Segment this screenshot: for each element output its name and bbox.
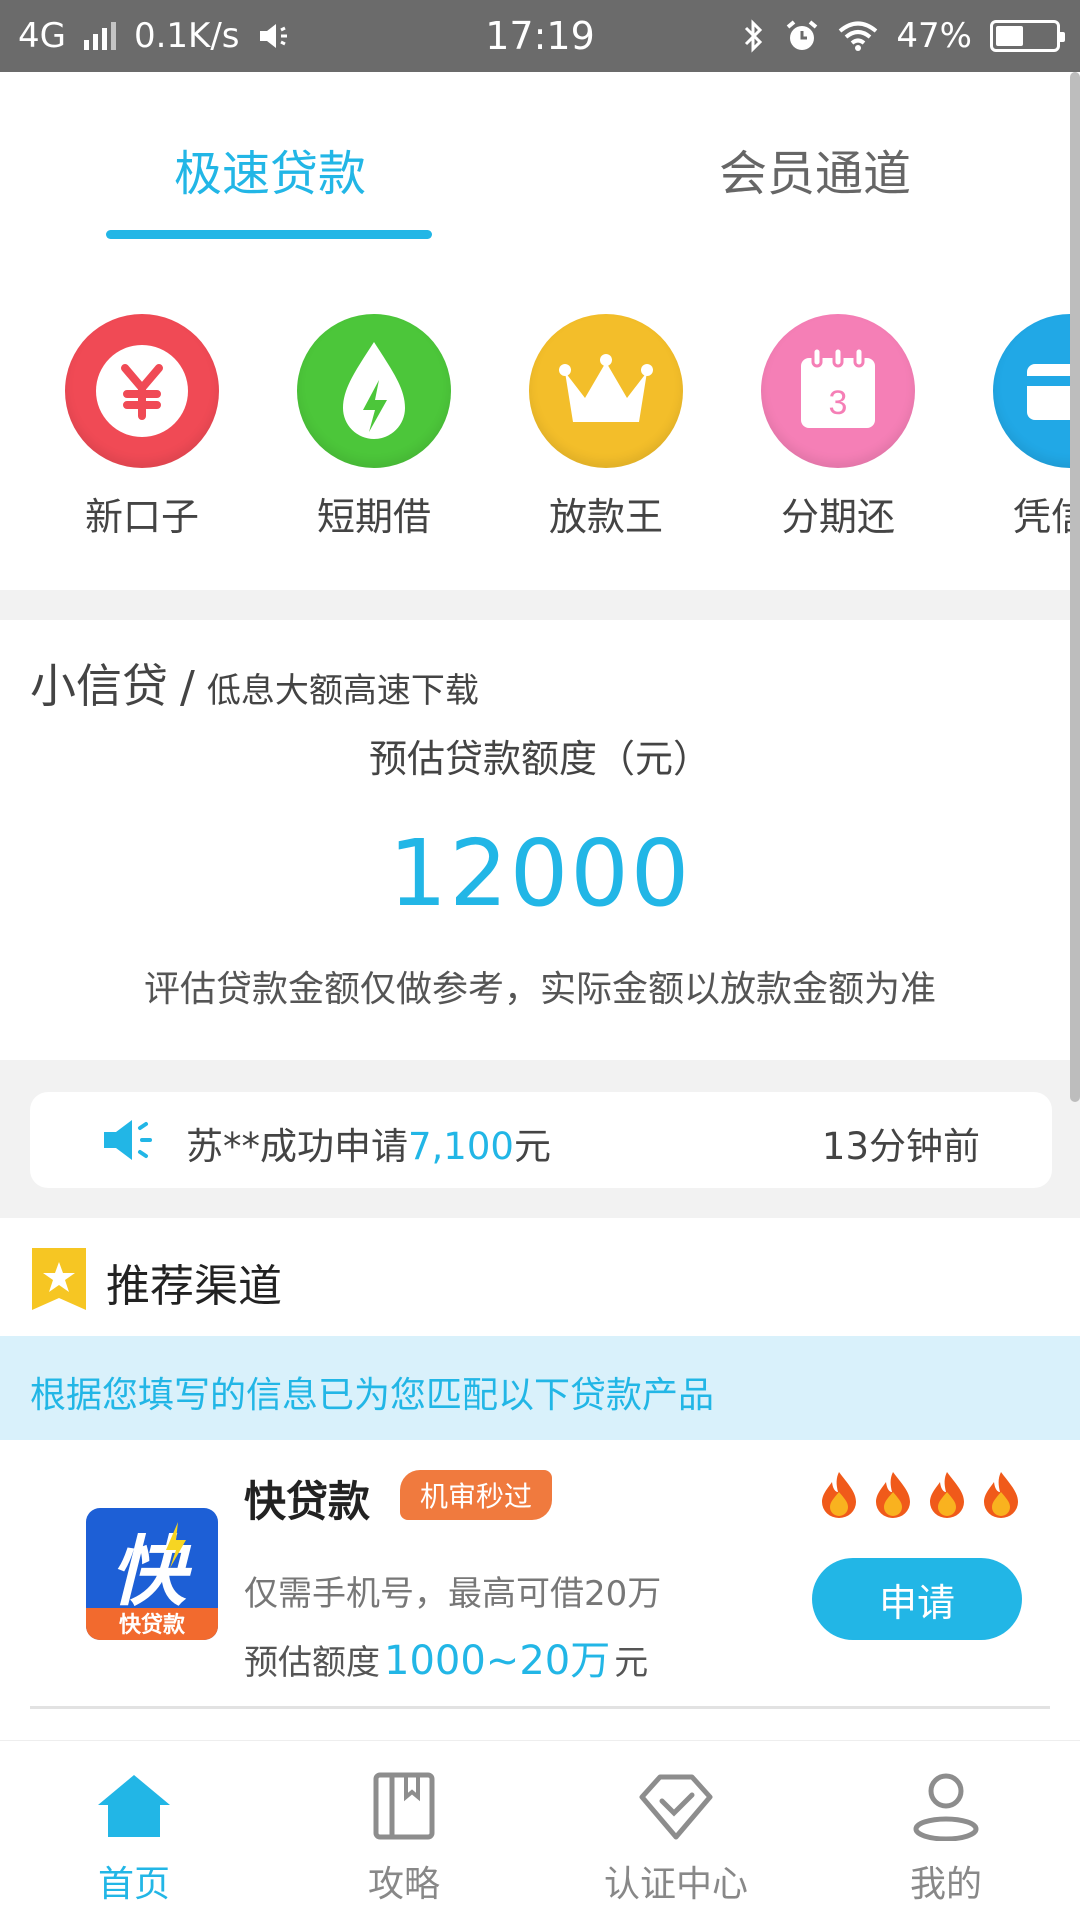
range-prefix: 预估额度 bbox=[244, 1643, 380, 1683]
nav-guide[interactable]: 攻略 bbox=[304, 1771, 504, 1907]
notice-suffix: 元 bbox=[513, 1125, 551, 1168]
notice-prefix: 苏**成功申请 bbox=[186, 1125, 408, 1168]
notice-bar[interactable]: 苏**成功申请7,100元 13分钟前 bbox=[30, 1092, 1052, 1188]
bluetooth-icon bbox=[745, 19, 763, 53]
range-value: 1000~20万 bbox=[384, 1638, 611, 1684]
estimate-title-line: 小信贷 / 低息大额高速下载 bbox=[30, 650, 479, 716]
recommend-header: 推荐渠道 bbox=[0, 1218, 1080, 1336]
product-name: 快贷款 bbox=[244, 1477, 371, 1526]
product-range-line: 预估额度 1000~20万 元 bbox=[244, 1628, 648, 1686]
flame-icon bbox=[876, 1472, 910, 1518]
scrollbar[interactable] bbox=[1070, 72, 1080, 1102]
estimate-slash: / bbox=[180, 662, 195, 713]
estimate-brand: 小信贷 bbox=[30, 659, 168, 713]
category-short-term[interactable]: 短期借 bbox=[294, 314, 454, 541]
alarm-icon bbox=[787, 20, 818, 50]
notice-time: 13分钟前 bbox=[821, 1125, 980, 1168]
category-loan-king[interactable]: 放款王 bbox=[526, 314, 686, 541]
wifi-icon bbox=[839, 21, 878, 51]
home-icon bbox=[98, 1775, 170, 1837]
crown-icon bbox=[529, 314, 683, 468]
speaker-icon bbox=[104, 1120, 152, 1160]
loan-estimate-card: 小信贷 / 低息大额高速下载 预估贷款额度（元） 12000 评估贷款金额仅做参… bbox=[0, 620, 1080, 1060]
match-text: 根据您填写的信息已为您匹配以下贷款产品 bbox=[30, 1375, 715, 1416]
estimate-note: 评估贷款金额仅做参考，实际金额以放款金额为准 bbox=[143, 969, 936, 1010]
nav-home[interactable]: 首页 bbox=[34, 1771, 234, 1907]
category-row: 新口子 短期借 放款王 3 分期还 凭信 bbox=[0, 242, 1080, 590]
nav-label: 我的 bbox=[909, 1864, 982, 1905]
category-label: 放款王 bbox=[548, 495, 663, 539]
nav-label: 攻略 bbox=[367, 1864, 440, 1905]
user-icon bbox=[913, 1773, 979, 1842]
lightning-drop-icon bbox=[297, 314, 451, 468]
battery-fill bbox=[996, 26, 1024, 46]
category-installment[interactable]: 3 分期还 bbox=[758, 314, 918, 541]
notice-text: 苏**成功申请7,100元 bbox=[186, 1116, 551, 1170]
flame-icon bbox=[930, 1472, 964, 1518]
star-bookmark-icon bbox=[32, 1248, 86, 1310]
shield-check-icon bbox=[639, 1774, 713, 1840]
estimate-tagline: 低息大额高速下载 bbox=[206, 671, 479, 711]
clock: 17:19 bbox=[485, 14, 595, 58]
category-label: 分期还 bbox=[780, 495, 895, 539]
notice-section: 苏**成功申请7,100元 13分钟前 bbox=[0, 1060, 1080, 1218]
calendar-day: 3 bbox=[829, 384, 848, 422]
top-tabs: 极速贷款 会员通道 bbox=[0, 72, 1080, 242]
status-bar: 4G 0.1K/s 17:19 47% bbox=[0, 0, 1080, 72]
battery-icon bbox=[990, 20, 1065, 52]
product-logo: 快 快贷款 bbox=[86, 1508, 218, 1640]
tab-express-loan[interactable]: 极速贷款 bbox=[105, 134, 435, 204]
nav-label: 认证中心 bbox=[603, 1864, 748, 1905]
nav-mine[interactable]: 我的 bbox=[846, 1771, 1046, 1907]
category-label: 凭信用 bbox=[1012, 495, 1080, 539]
nav-label: 首页 bbox=[97, 1864, 170, 1905]
notice-amount: 7,100 bbox=[408, 1125, 514, 1168]
logo-sub: 快贷款 bbox=[119, 1612, 186, 1637]
product-card[interactable]: 快 快贷款 快贷款 机审秒过 仅需手机号，最高可借20万 预估额度 1000~2… bbox=[0, 1440, 1080, 1740]
flame-icon bbox=[984, 1472, 1018, 1518]
category-label: 短期借 bbox=[316, 495, 431, 539]
rating-flames bbox=[818, 1470, 1022, 1518]
card-icon bbox=[993, 314, 1080, 468]
estimate-amount: 12000 bbox=[388, 820, 692, 927]
category-label: 新口子 bbox=[84, 495, 199, 539]
estimate-amount-label: 预估贷款额度（元） bbox=[368, 737, 711, 781]
product-badge: 机审秒过 bbox=[400, 1470, 553, 1520]
product-divider bbox=[30, 1706, 1050, 1709]
bottom-nav: 首页 攻略 认证中心 我的 bbox=[0, 1740, 1080, 1920]
apply-button[interactable]: 申请 bbox=[812, 1558, 1022, 1640]
recommend-title: 推荐渠道 bbox=[106, 1261, 282, 1312]
nav-verification[interactable]: 认证中心 bbox=[576, 1771, 776, 1907]
battery-percent: 47% bbox=[896, 16, 972, 56]
tab-active-indicator bbox=[106, 230, 432, 239]
yuan-coin-icon bbox=[65, 314, 219, 468]
flame-icon bbox=[822, 1472, 856, 1518]
match-banner: 根据您填写的信息已为您匹配以下贷款产品 bbox=[0, 1336, 1080, 1440]
range-suffix: 元 bbox=[614, 1643, 649, 1683]
tab-member-channel[interactable]: 会员通道 bbox=[650, 134, 980, 204]
category-new-source[interactable]: 新口子 bbox=[62, 314, 222, 541]
product-desc: 仅需手机号，最高可借20万 bbox=[244, 1574, 662, 1614]
category-credit[interactable]: 凭信用 bbox=[990, 314, 1080, 541]
calendar-icon: 3 bbox=[761, 314, 915, 468]
book-icon bbox=[373, 1772, 435, 1840]
